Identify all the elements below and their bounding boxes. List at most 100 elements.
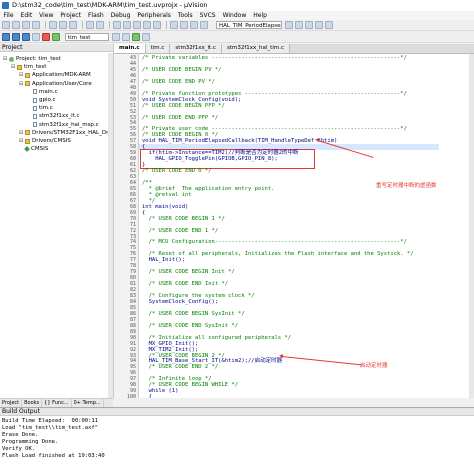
project-tree-item[interactable]: ⊟ Drivers/STM32F1xx_HAL_Dri: [19, 129, 110, 137]
editor-tab[interactable]: main.c: [114, 44, 146, 53]
project-tree-item[interactable]: CMSIS: [19, 145, 48, 153]
code-line[interactable]: {: [142, 394, 152, 398]
code-line[interactable]: /* USER CODE END 1 */: [142, 228, 219, 234]
project-scrollbar[interactable]: [108, 53, 113, 398]
rebuild-icon[interactable]: [22, 33, 30, 41]
menu-item-flash[interactable]: Flash: [84, 11, 107, 20]
redo-icon[interactable]: [96, 21, 104, 29]
project-tree-item[interactable]: ⊟ Application/MDK-ARM: [19, 71, 91, 79]
expand-toggle-icon[interactable]: ⊟: [19, 80, 24, 88]
unindent-icon[interactable]: [180, 21, 188, 29]
expand-toggle-icon[interactable]: ⊟: [19, 137, 24, 145]
code-line[interactable]: /* USER CODE BEGIN Init */: [142, 269, 235, 275]
indent-icon[interactable]: [170, 21, 178, 29]
project-tree-item[interactable]: gpio.c: [27, 96, 56, 104]
toolbar-separator: [109, 21, 110, 29]
code-line[interactable]: /* USER CODE END Init */: [142, 281, 228, 287]
debug-session-icon[interactable]: [295, 21, 303, 29]
function-select[interactable]: HAL_TIM_PeriodElapsed: [216, 21, 282, 29]
menu-item-file[interactable]: File: [0, 11, 17, 20]
build-output-line: Erase Done.: [2, 432, 39, 438]
menu-item-svcs[interactable]: SVCS: [196, 11, 219, 20]
project-tree-item[interactable]: main.c: [27, 88, 58, 96]
code-line[interactable]: /* Private variables -------------------…: [142, 55, 407, 61]
code-line[interactable]: /* USER CODE END PV */: [142, 79, 215, 85]
code-line[interactable]: SystemClock_Config();: [142, 299, 219, 305]
expand-toggle-icon[interactable]: ⊟: [19, 71, 24, 79]
file-extensions-icon[interactable]: [122, 33, 130, 41]
stop-build-icon[interactable]: [42, 33, 50, 41]
nav-forward-icon[interactable]: [123, 21, 131, 29]
menu-item-view[interactable]: View: [36, 11, 57, 20]
menu-item-project[interactable]: Project: [57, 11, 85, 20]
code-line[interactable]: /* MCU Configuration--------------------…: [142, 239, 407, 245]
code-line[interactable]: HAL_Init();: [142, 257, 185, 263]
editor-scrollbar[interactable]: [469, 54, 474, 398]
menu-item-peripherals[interactable]: Peripherals: [134, 11, 174, 20]
menu-item-debug[interactable]: Debug: [107, 11, 134, 20]
cut-icon[interactable]: [49, 21, 57, 29]
diamond-icon: [24, 146, 30, 153]
batch-build-icon[interactable]: [32, 33, 40, 41]
code-line[interactable]: /* USER CODE END 0 */: [142, 168, 212, 174]
code-line[interactable]: /* USER CODE END 2 */: [142, 364, 219, 370]
window-layout-icon[interactable]: [315, 21, 323, 29]
expand-toggle-icon[interactable]: ⊟: [11, 63, 16, 71]
paste-icon[interactable]: [69, 21, 77, 29]
window-title: D:\stm32_code\tim_test\MDK-ARM\tim_test.…: [12, 1, 208, 9]
project-tree-item[interactable]: tim.c: [27, 104, 53, 112]
find-icon[interactable]: [285, 21, 293, 29]
config-icon[interactable]: [325, 21, 333, 29]
build-icon[interactable]: [12, 33, 20, 41]
editor-tab[interactable]: stm32f1xx_it.c: [170, 44, 222, 53]
expand-toggle-icon[interactable]: ⊟: [19, 129, 24, 137]
code-line[interactable]: /* USER CODE BEGIN PFP */: [142, 103, 225, 109]
project-tree-item[interactable]: ⊟ Project: tim_test: [3, 55, 61, 63]
menu-item-edit[interactable]: Edit: [17, 11, 36, 20]
nav-back-icon[interactable]: [113, 21, 121, 29]
undo-icon[interactable]: [86, 21, 94, 29]
copy-icon[interactable]: [59, 21, 67, 29]
project-tree-item[interactable]: ⊟ tim_test: [11, 63, 46, 71]
menu-item-help[interactable]: Help: [250, 11, 271, 20]
toolbar-file: HAL_TIM_PeriodElapsed: [0, 20, 474, 31]
bookmark-icon[interactable]: [133, 21, 141, 29]
download-icon[interactable]: [52, 33, 60, 41]
menu-item-tools[interactable]: Tools: [174, 11, 196, 20]
code-line[interactable]: /* USER CODE END SysInit */: [142, 323, 238, 329]
file-icon: [33, 105, 37, 111]
code-line[interactable]: HAL_GPIO_TogglePin(GPIOB,GPIO_PIN_8);: [142, 156, 278, 162]
code-line[interactable]: void HAL_TIM_PeriodElapsedCallback(TIM_H…: [142, 138, 337, 144]
project-tree-label: Drivers/STM32F1xx_HAL_Dri: [32, 129, 110, 136]
project-tree-item[interactable]: stm32f1xx_it.c: [27, 112, 80, 120]
breakpoint-icon[interactable]: [305, 21, 313, 29]
code-line[interactable]: /* USER CODE END PFP */: [142, 115, 218, 121]
translate-icon[interactable]: [2, 33, 10, 41]
manage-run-time-icon[interactable]: [132, 33, 140, 41]
project-tree-label: Drivers/CMSIS: [32, 138, 71, 144]
menu-item-window[interactable]: Window: [219, 11, 250, 20]
code-line[interactable]: /* USER CODE BEGIN SysInit */: [142, 311, 245, 317]
bookmark-next-icon[interactable]: [153, 21, 161, 29]
save-icon[interactable]: [22, 21, 30, 29]
comment-icon[interactable]: [190, 21, 198, 29]
new-file-icon[interactable]: [2, 21, 10, 29]
pack-installer-icon[interactable]: [142, 33, 150, 41]
target-select[interactable]: tim_test: [65, 33, 109, 41]
target-options-icon[interactable]: [112, 33, 120, 41]
project-tree-item[interactable]: stm32f1xx_hal_msp.c: [27, 121, 99, 129]
code-line[interactable]: /* USER CODE BEGIN 1 */: [142, 216, 225, 222]
save-all-icon[interactable]: [32, 21, 40, 29]
start-timer-arrow: [281, 356, 362, 366]
editor-tab[interactable]: tim.c: [145, 44, 171, 53]
uncomment-icon[interactable]: [200, 21, 208, 29]
expand-toggle-icon[interactable]: ⊟: [3, 55, 8, 63]
code-line[interactable]: /* USER CODE BEGIN PV */: [142, 67, 221, 73]
bookmark-prev-icon[interactable]: [143, 21, 151, 29]
project-tree-item[interactable]: ⊟ Drivers/CMSIS: [19, 137, 71, 145]
editor-tab[interactable]: stm32f1xx_hal_tim.c: [221, 44, 290, 53]
code-line[interactable]: int main(void): [142, 204, 188, 210]
code-editor[interactable]: 43 44 45 46 47 48 49 50 51 52 53 54 55 56 57 58 59 60 61 62…: [114, 54, 474, 398]
open-file-icon[interactable]: [12, 21, 20, 29]
project-tree-item[interactable]: ⊟ Application/User/Core: [19, 80, 92, 88]
